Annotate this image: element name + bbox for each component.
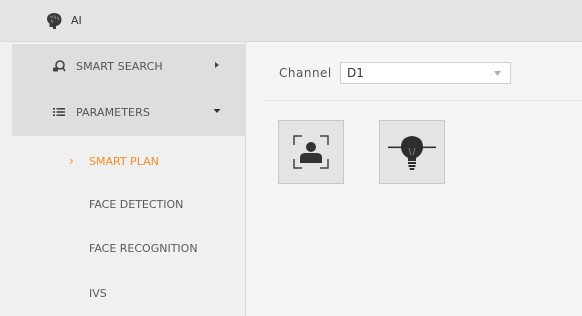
chevron-right-icon (215, 62, 219, 68)
chevron-down-icon (494, 71, 501, 76)
sidebar-item-smart-search[interactable]: SMART SEARCH (12, 44, 245, 90)
sidebar-item-label: FACE DETECTION (89, 198, 184, 211)
divider (264, 100, 582, 101)
main-panel: Channel D1 (246, 42, 582, 316)
channel-label: Channel (279, 66, 332, 80)
sidebar-item-label: FACE RECOGNITION (89, 242, 198, 255)
chevron-down-icon (213, 109, 221, 113)
sidebar-item-face-detection[interactable]: FACE DETECTION (0, 185, 245, 225)
page-title: AI (71, 14, 82, 27)
sidebar: SMART SEARCH PARAMETERS › SMART PLAN FAC… (0, 42, 246, 316)
top-bar: AI (0, 0, 582, 42)
sidebar-item-face-recognition[interactable]: FACE RECOGNITION (0, 229, 245, 269)
face-recognition-plan-button[interactable] (278, 120, 344, 184)
sidebar-item-label: IVS (89, 287, 107, 300)
list-icon (53, 108, 65, 116)
channel-select[interactable]: D1 (340, 62, 511, 84)
sidebar-item-smart-plan[interactable]: › SMART PLAN (0, 142, 245, 182)
sidebar-item-parameters[interactable]: PARAMETERS (12, 90, 245, 136)
sidebar-item-label: PARAMETERS (76, 106, 150, 119)
sidebar-item-label: SMART PLAN (89, 155, 159, 168)
face-recognition-icon (293, 135, 329, 169)
lightbulb-icon (388, 136, 436, 170)
smart-search-icon (53, 60, 66, 72)
sidebar-item-label: SMART SEARCH (76, 60, 163, 73)
brain-icon (47, 13, 62, 29)
lightbulb-plan-button[interactable] (379, 120, 445, 184)
active-indicator-icon: › (69, 154, 74, 168)
channel-select-value: D1 (347, 66, 364, 80)
sidebar-item-ivs[interactable]: IVS (0, 274, 245, 314)
